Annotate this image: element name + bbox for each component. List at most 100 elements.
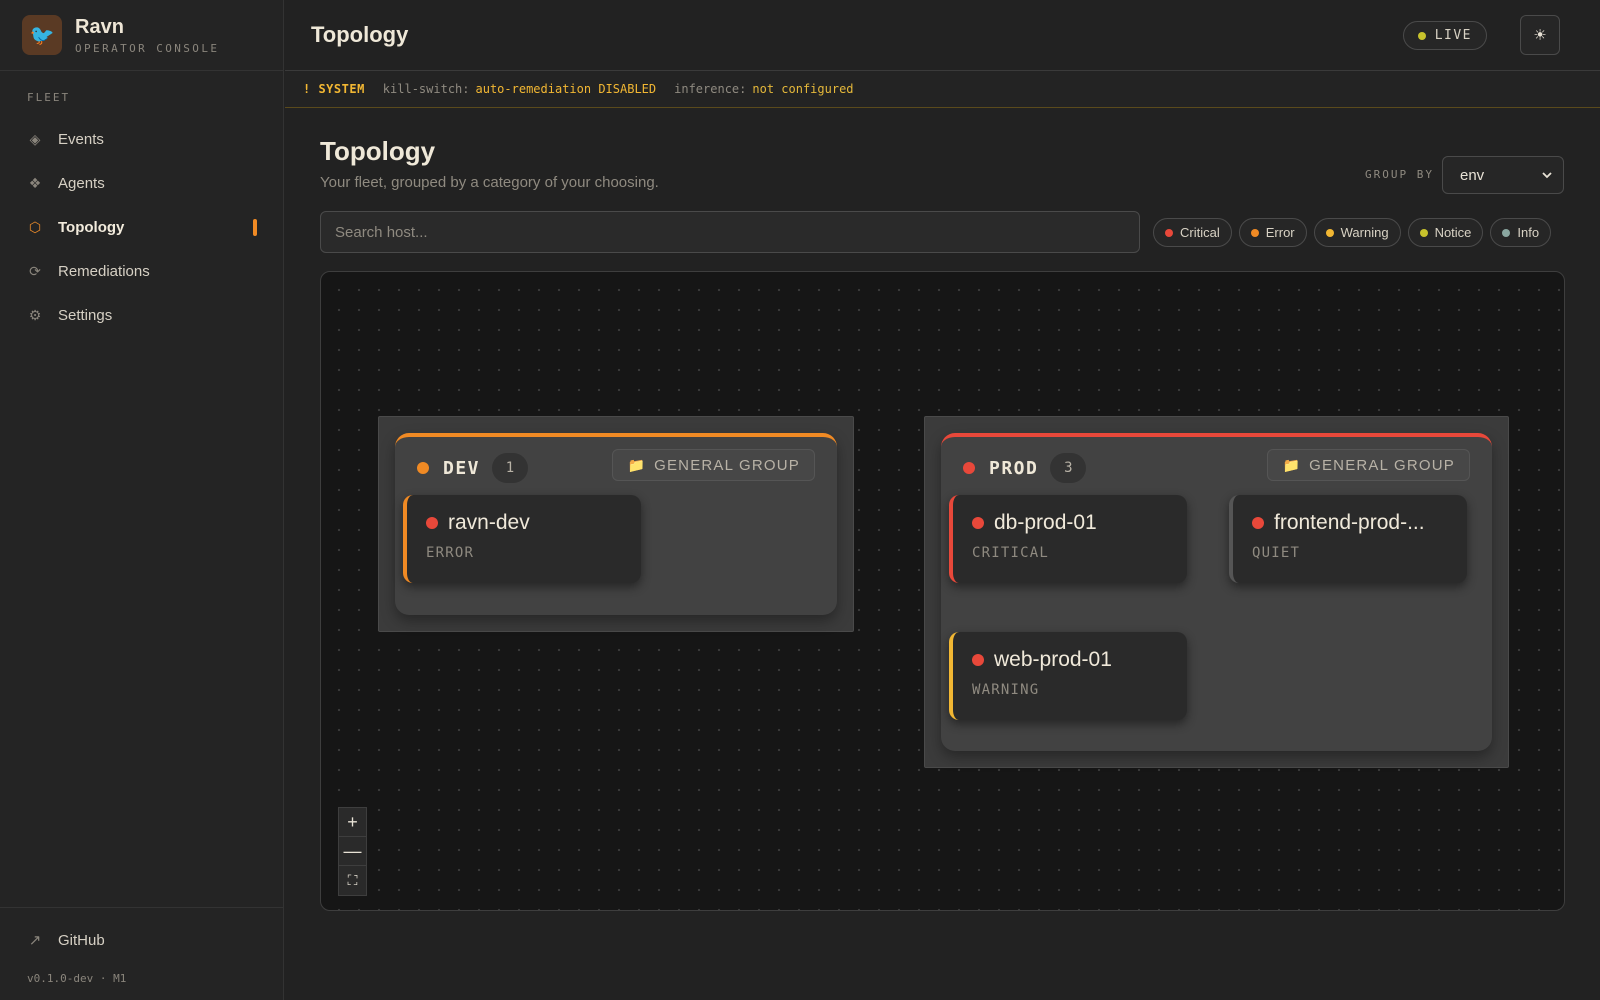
sidebar-item-label: Remediations <box>58 262 150 280</box>
zoom-in-button[interactable]: + <box>339 808 366 837</box>
raven-logo-icon: 🐦 <box>22 15 62 55</box>
host-name: db-prod-01 <box>994 511 1097 534</box>
group-count-badge: 1 <box>492 453 529 483</box>
sidebar-item-label: Settings <box>58 306 113 324</box>
app-subtitle: OPERATOR CONSOLE <box>75 41 220 55</box>
host-status-dot-icon <box>972 517 984 529</box>
host-title: db-prod-01 <box>972 511 1187 535</box>
topology-canvas[interactable]: DEV 1 📁 GENERAL GROUP ravn-dev ERROR PRO… <box>320 271 1565 911</box>
search-host-field[interactable] <box>320 211 1140 253</box>
filter-error[interactable]: Error <box>1238 218 1307 247</box>
error-dot-icon <box>1250 228 1259 237</box>
system-banner: ! SYSTEM kill-switch: auto-remediation D… <box>285 71 1600 108</box>
live-status-pill[interactable]: LIVE <box>1402 21 1487 50</box>
sidebar-item-topology[interactable]: ⬡ Topology <box>0 205 284 249</box>
github-label: GitHub <box>58 931 105 949</box>
filter-critical[interactable]: Critical <box>1153 218 1232 247</box>
sidebar-item-label: Topology <box>58 218 125 236</box>
page-subtitle: Your fleet, grouped by a category of you… <box>320 174 659 191</box>
group-by-label: GROUP BY <box>1365 168 1434 181</box>
group-header: DEV 1 <box>417 453 529 483</box>
group-tag[interactable]: 📁 GENERAL GROUP <box>1267 449 1470 481</box>
sidebar-item-agents[interactable]: ❖ Agents <box>0 161 284 205</box>
group-tag-label: GENERAL GROUP <box>1309 456 1455 474</box>
header-title: Topology <box>311 22 409 47</box>
version-label: v0.1.0-dev · M1 <box>27 972 127 985</box>
host-status-dot-icon <box>972 654 984 666</box>
killswitch-value: auto-remediation DISABLED <box>475 82 657 96</box>
sidebar-item-settings[interactable]: ⚙ Settings <box>0 293 284 337</box>
host-name: web-prod-01 <box>994 648 1112 671</box>
theme-toggle-button[interactable]: ☀ <box>1520 15 1560 55</box>
sidebar-item-remediations[interactable]: ⟳ Remediations <box>0 249 284 293</box>
group-by-value: env <box>1460 166 1485 184</box>
topology-icon: ⬡ <box>28 218 42 235</box>
brand-text: Ravn OPERATOR CONSOLE <box>75 16 219 55</box>
inference-value: not configured <box>752 82 854 96</box>
remediations-icon: ⟳ <box>29 262 41 279</box>
sidebar: 🐦 Ravn OPERATOR CONSOLE FLEET ◈ Events ❖… <box>0 0 284 1000</box>
host-card-ravn-dev[interactable]: ravn-dev ERROR <box>403 495 641 583</box>
host-title: frontend-prod-... <box>1252 511 1467 535</box>
group-by-select[interactable]: env <box>1442 156 1564 194</box>
github-link[interactable]: ↗ GitHub <box>28 931 105 950</box>
filter-label: Notice <box>1434 225 1472 240</box>
live-dot-icon <box>1417 31 1426 40</box>
search-input[interactable] <box>335 223 1115 241</box>
sidebar-footer: ↗ GitHub v0.1.0-dev · M1 <box>0 907 284 1000</box>
critical-dot-icon <box>1165 228 1173 237</box>
page-title: Topology <box>320 136 436 166</box>
folder-icon: 📁 <box>1282 456 1302 473</box>
settings-icon: ⚙ <box>28 306 42 323</box>
group-tag[interactable]: 📁 GENERAL GROUP <box>612 449 815 481</box>
host-card-web-prod-01[interactable]: web-prod-01 WARNING <box>949 632 1187 720</box>
host-status: ERROR <box>426 545 475 561</box>
host-status: QUIET <box>1252 545 1301 561</box>
filter-warning[interactable]: Warning <box>1313 218 1401 247</box>
sidebar-item-label: Agents <box>58 174 105 192</box>
filter-label: Critical <box>1180 225 1220 240</box>
host-title: web-prod-01 <box>972 648 1187 672</box>
info-dot-icon <box>1502 228 1511 237</box>
group-dev[interactable]: DEV 1 📁 GENERAL GROUP ravn-dev ERROR <box>378 416 854 632</box>
notice-dot-icon <box>1419 228 1428 237</box>
host-status: WARNING <box>972 682 1040 698</box>
host-name: frontend-prod-... <box>1274 511 1425 534</box>
filter-label: Error <box>1265 225 1295 240</box>
host-card-db-prod-01[interactable]: db-prod-01 CRITICAL <box>949 495 1187 583</box>
active-indicator <box>253 219 257 236</box>
group-dev-panel: DEV 1 📁 GENERAL GROUP ravn-dev ERROR <box>395 433 837 615</box>
severity-filters: Critical Error Warning Notice Info <box>1153 218 1552 247</box>
fit-view-button[interactable]: ⛶ <box>339 866 366 895</box>
killswitch-key: kill-switch: <box>382 82 470 96</box>
events-icon: ◈ <box>29 130 41 147</box>
sidebar-section-label: FLEET <box>27 91 71 104</box>
group-status-dot-icon <box>417 462 429 474</box>
chevron-down-icon <box>1542 172 1552 179</box>
group-tag-label: GENERAL GROUP <box>654 456 800 474</box>
group-header: PROD 3 <box>963 453 1087 483</box>
system-label: ! SYSTEM <box>303 82 365 96</box>
warning-dot-icon <box>1325 228 1334 237</box>
sidebar-item-events[interactable]: ◈ Events <box>0 117 284 161</box>
live-label: LIVE <box>1434 28 1472 43</box>
host-name: ravn-dev <box>448 511 530 534</box>
filter-info[interactable]: Info <box>1490 218 1552 247</box>
top-header: Topology LIVE ☀ <box>285 0 1600 71</box>
host-card-frontend-prod[interactable]: frontend-prod-... QUIET <box>1229 495 1467 583</box>
host-status-dot-icon <box>426 517 438 529</box>
brand: 🐦 Ravn OPERATOR CONSOLE <box>0 0 283 71</box>
zoom-controls: + — ⛶ <box>338 807 367 896</box>
group-prod[interactable]: PROD 3 📁 GENERAL GROUP db-prod-01 CRITIC… <box>924 416 1509 768</box>
zoom-out-button[interactable]: — <box>339 837 366 866</box>
filter-notice[interactable]: Notice <box>1407 218 1484 247</box>
group-status-dot-icon <box>963 462 975 474</box>
group-count-badge: 3 <box>1050 453 1087 483</box>
filter-label: Warning <box>1340 225 1389 240</box>
group-name: DEV <box>443 457 481 479</box>
external-link-icon: ↗ <box>28 932 42 949</box>
agents-icon: ❖ <box>28 174 42 191</box>
host-title: ravn-dev <box>426 511 641 535</box>
sun-icon: ☀ <box>1533 27 1547 44</box>
host-status-dot-icon <box>1252 517 1264 529</box>
